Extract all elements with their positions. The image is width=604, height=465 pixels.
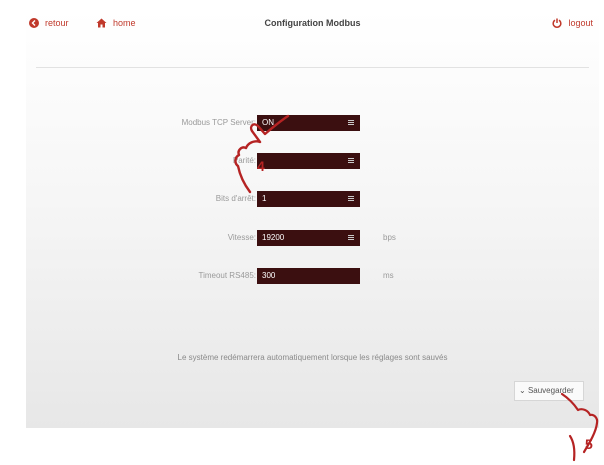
hand-pointer-icon [560,392,599,462]
stop-bits-value: 1 [262,194,267,203]
logout-label: logout [568,18,593,28]
restart-notice: Le système redémarrera automatiquement l… [177,353,448,362]
select-menu-icon [348,196,354,201]
timeout-label: Timeout RS485: [198,271,256,280]
speed-select[interactable]: 19200 [257,230,360,246]
timeout-input[interactable]: 300 [257,268,360,284]
logout-link[interactable]: logout [552,18,593,28]
speed-label: Vitesse: [227,233,256,242]
select-menu-icon [348,235,354,240]
row-parity: Parité: [26,153,599,169]
stop-bits-label: Bits d'arrêt: [215,194,256,203]
step-callout-4: 4 [257,158,265,174]
step-callout-5: 5 [585,436,593,452]
checkmark-icon: ⌄ [519,386,526,395]
divider [36,67,589,68]
hand-pointer-icon [234,114,290,194]
speed-value: 19200 [262,233,285,242]
page-title: Configuration Modbus [264,18,361,28]
select-menu-icon [348,158,354,163]
select-menu-icon [348,120,354,125]
row-timeout: Timeout RS485: 300 ms [26,268,599,284]
timeout-value: 300 [262,271,276,280]
speed-unit: bps [383,233,396,242]
timeout-unit: ms [383,271,394,280]
row-stop-bits: Bits d'arrêt: 1 [26,191,599,207]
config-panel: retour home Configuration Modbus logout … [26,10,599,428]
top-bar: retour home Configuration Modbus logout [26,10,599,36]
row-modbus-tcp: Modbus TCP Server: ON [26,115,599,131]
row-speed: Vitesse: 19200 bps [26,230,599,246]
power-icon [552,18,562,28]
